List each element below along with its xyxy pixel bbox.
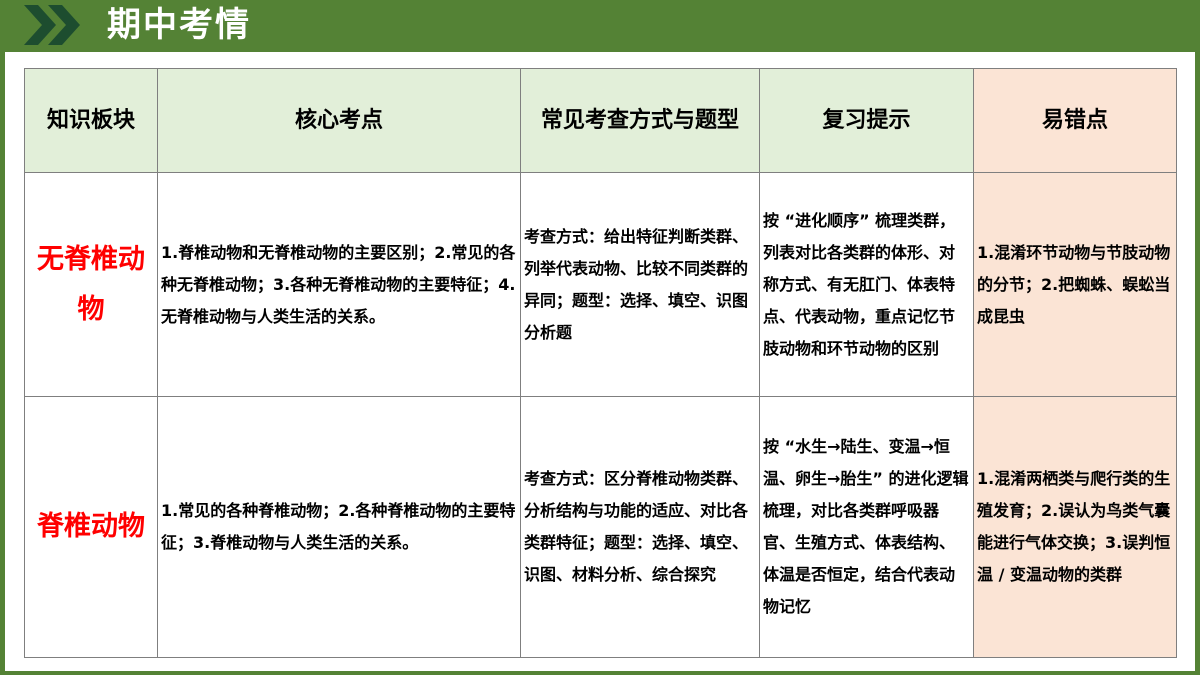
- frame-border-right: [1195, 52, 1200, 675]
- header-core-points: 核心考点: [157, 68, 521, 173]
- row-core-points: 1.脊椎动物和无脊椎动物的主要区别；2.常见的各种无脊椎动物；3.各种无脊椎动物…: [157, 172, 521, 397]
- cell-text: 1.常见的各种脊椎动物；2.各种脊椎动物的主要特征；3.脊椎动物与人类生活的关系…: [161, 501, 516, 552]
- row-category: 脊椎动物: [24, 396, 158, 658]
- slide: 期中考情 知识板块 核心考点 常见考查方式与题型 复习提示 易错点 无脊椎动物 …: [0, 0, 1200, 675]
- frame-border-left: [0, 52, 5, 675]
- cell-text: 考查方式：区分脊椎动物类群、分析结构与功能的适应、对比各类群特征；题型：选择、填…: [524, 469, 749, 584]
- double-chevron-right-icon: [24, 5, 80, 45]
- table-row: 脊椎动物 1.常见的各种脊椎动物；2.各种脊椎动物的主要特征；3.脊椎动物与人类…: [24, 396, 1177, 658]
- page-title: 期中考情: [107, 5, 251, 45]
- cell-text: 1.混淆环节动物与节肢动物的分节；2.把蜘蛛、蜈蚣当成昆虫: [977, 242, 1171, 326]
- header-category: 知识板块: [24, 68, 158, 173]
- frame-border-bottom: [0, 671, 1200, 675]
- header-bar: 期中考情: [0, 0, 1200, 52]
- header-error-points: 易错点: [973, 68, 1177, 173]
- row-category: 无脊椎动物: [24, 172, 158, 397]
- row-error-points: 1.混淆环节动物与节肢动物的分节；2.把蜘蛛、蜈蚣当成昆虫: [973, 172, 1177, 397]
- row-review-tips: 按 “进化顺序” 梳理类群，列表对比各类群的体形、对称方式、有无肛门、体表特点、…: [759, 172, 974, 397]
- header-review-tips: 复习提示: [759, 68, 974, 173]
- row-methods: 考查方式：给出特征判断类群、列举代表动物、比较不同类群的异同；题型：选择、填空、…: [520, 172, 760, 397]
- header-methods: 常见考查方式与题型: [520, 68, 760, 173]
- cell-text: 考查方式：给出特征判断类群、列举代表动物、比较不同类群的异同；题型：选择、填空、…: [524, 226, 749, 342]
- row-error-points: 1.混淆两栖类与爬行类的生殖发育；2.误认为鸟类气囊能进行气体交换；3.误判恒温…: [973, 396, 1177, 658]
- row-core-points: 1.常见的各种脊椎动物；2.各种脊椎动物的主要特征；3.脊椎动物与人类生活的关系…: [157, 396, 521, 658]
- table-row: 无脊椎动物 1.脊椎动物和无脊椎动物的主要区别；2.常见的各种无脊椎动物；3.各…: [24, 172, 1177, 397]
- exam-analysis-table: 知识板块 核心考点 常见考查方式与题型 复习提示 易错点 无脊椎动物 1.脊椎动…: [24, 68, 1177, 658]
- cell-text: 1.脊椎动物和无脊椎动物的主要区别；2.常见的各种无脊椎动物；3.各种无脊椎动物…: [161, 242, 516, 326]
- row-review-tips: 按 “水生→陆生、变温→恒温、卵生→胎生” 的进化逻辑梳理，对比各类群呼吸器官、…: [759, 396, 974, 658]
- row-methods: 考查方式：区分脊椎动物类群、分析结构与功能的适应、对比各类群特征；题型：选择、填…: [520, 396, 760, 658]
- cell-text: 按 “进化顺序” 梳理类群，列表对比各类群的体形、对称方式、有无肛门、体表特点、…: [763, 210, 956, 358]
- cell-text: 1.混淆两栖类与爬行类的生殖发育；2.误认为鸟类气囊能进行气体交换；3.误判恒温…: [977, 469, 1171, 584]
- table-header-row: 知识板块 核心考点 常见考查方式与题型 复习提示 易错点: [24, 68, 1177, 173]
- cell-text: 按 “水生→陆生、变温→恒温、卵生→胎生” 的进化逻辑梳理，对比各类群呼吸器官、…: [763, 437, 969, 616]
